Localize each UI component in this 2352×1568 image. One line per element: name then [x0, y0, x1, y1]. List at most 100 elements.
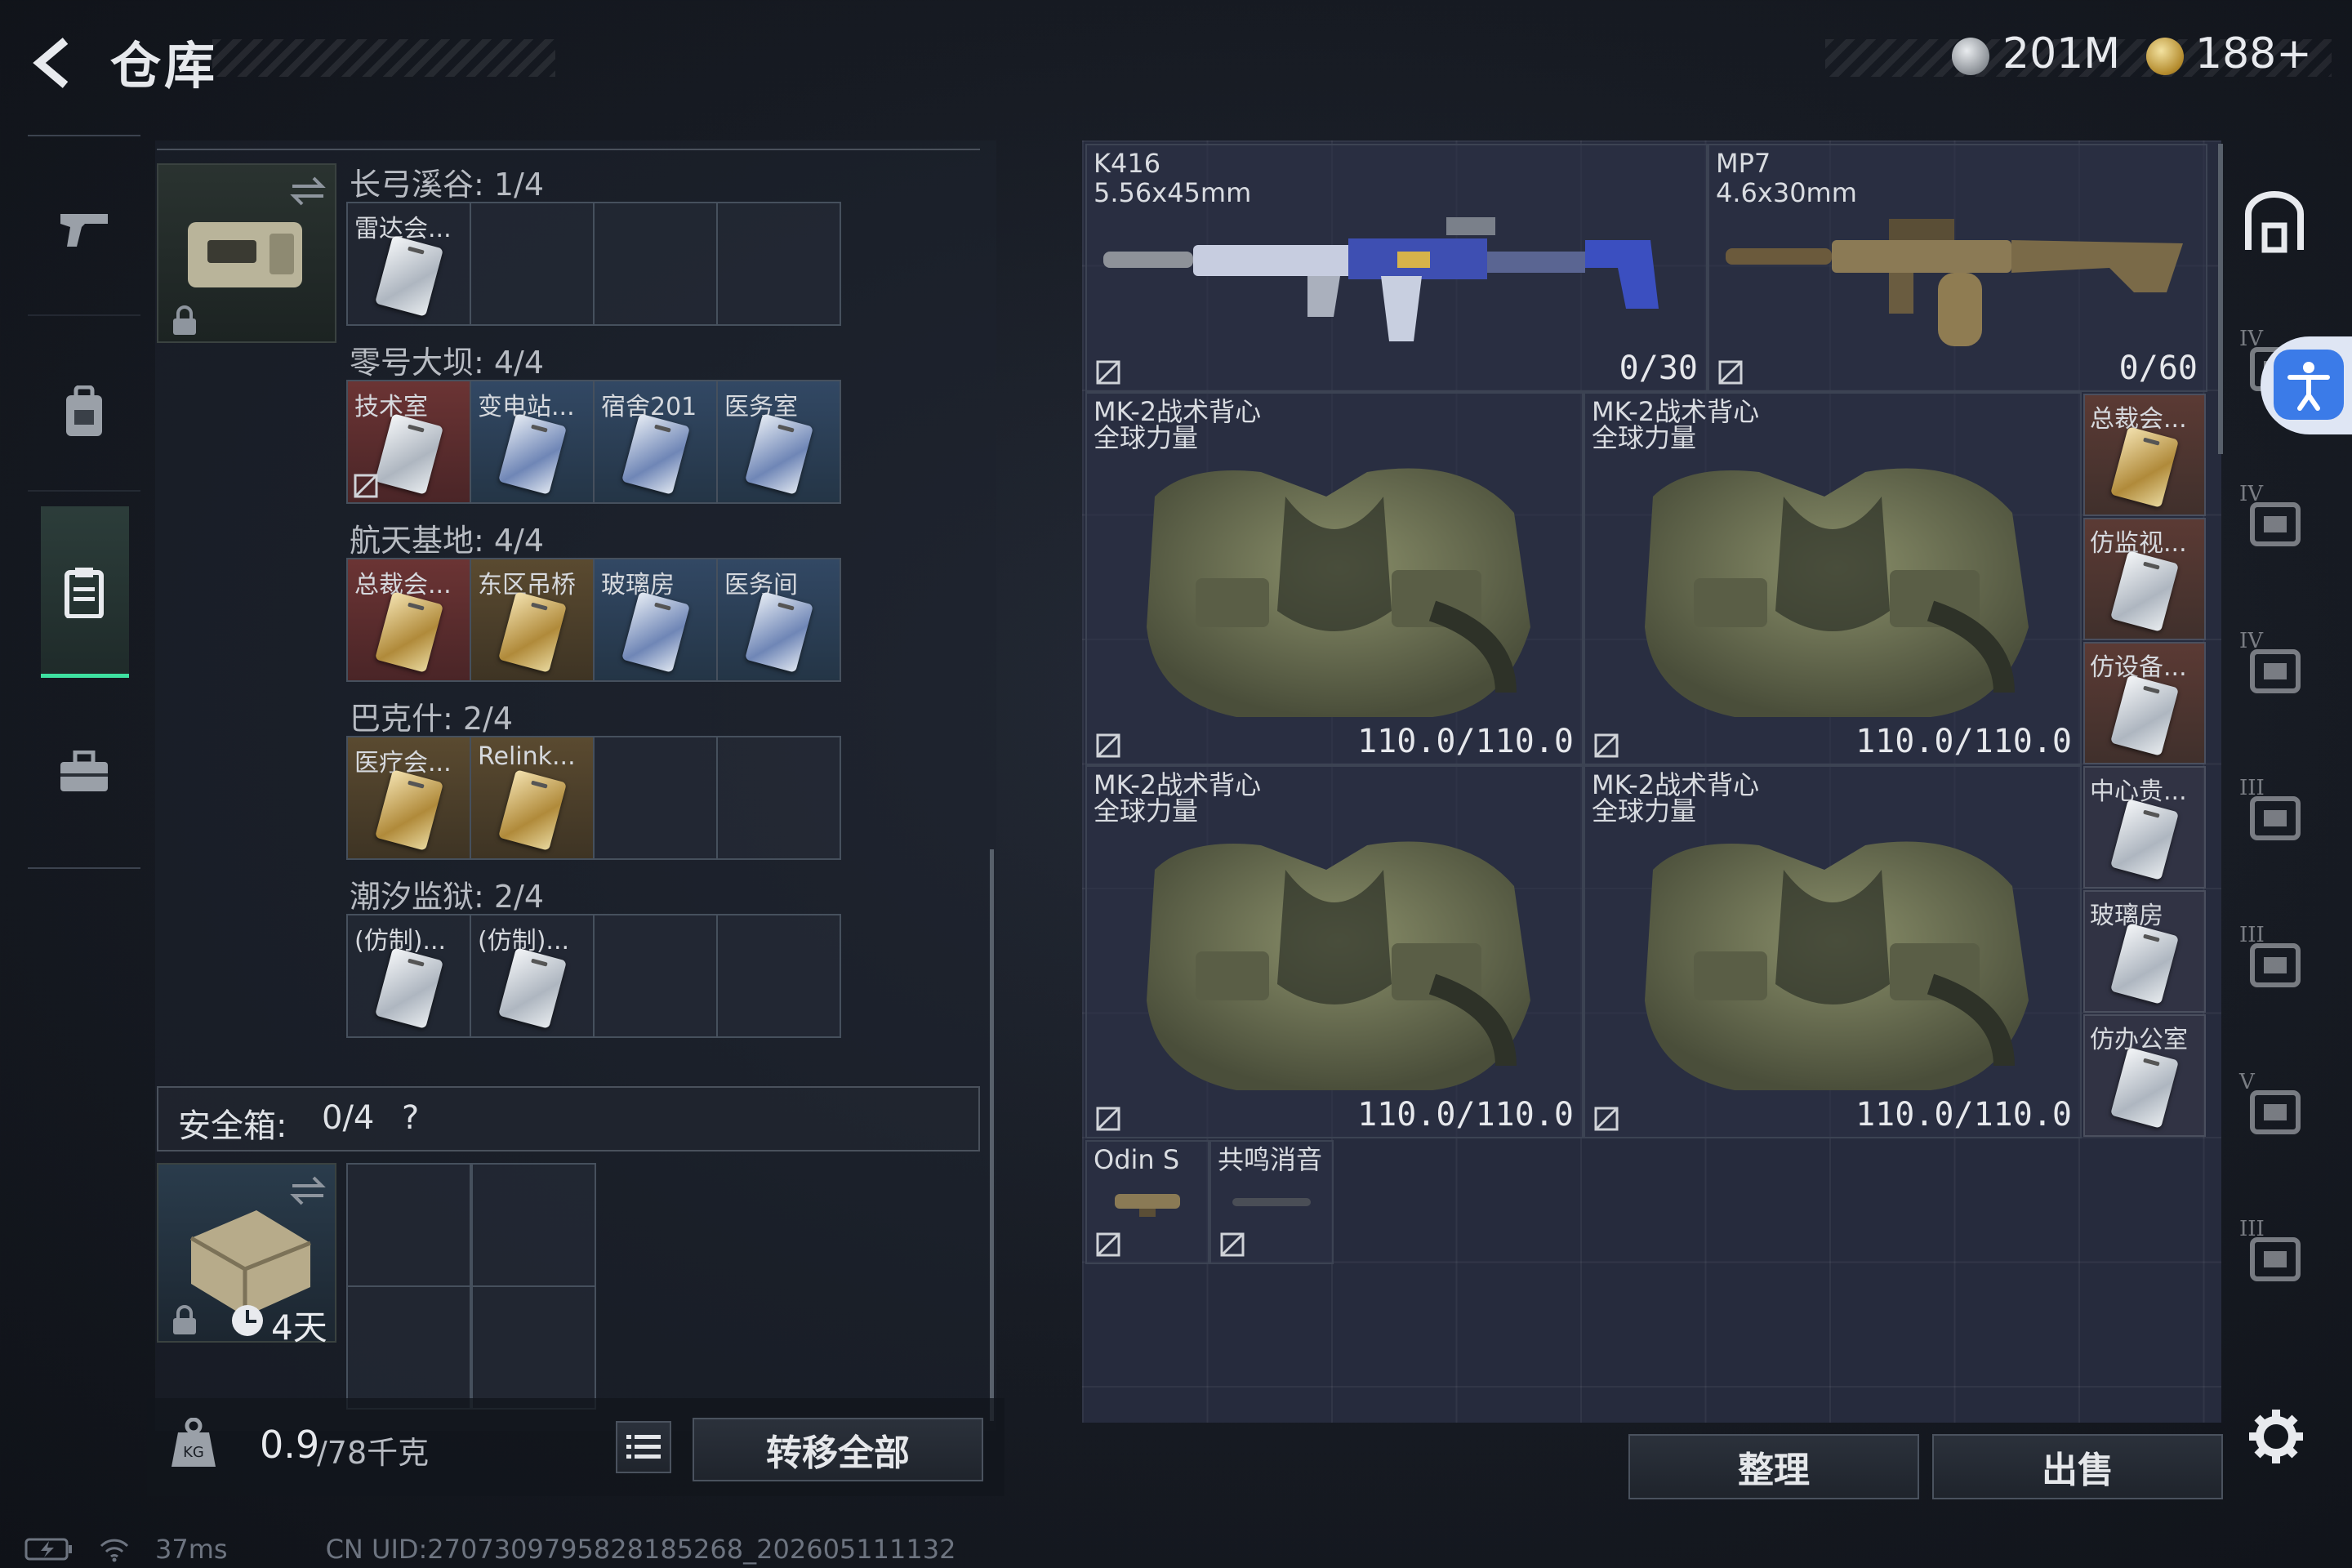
- map-group-label: 潮汐监狱: 2/4: [350, 879, 545, 915]
- sell-button[interactable]: 出售: [1932, 1434, 2223, 1499]
- key-card-slot[interactable]: 总裁会...: [346, 558, 471, 682]
- clock-icon: [232, 1305, 263, 1336]
- ping: 37ms: [155, 1534, 228, 1565]
- user-uid: CN UID:2707309795828185268_202605111132: [325, 1534, 956, 1565]
- safe-slot[interactable]: [471, 1285, 596, 1410]
- token-icon: [2146, 38, 2184, 75]
- weapon-ammo: 0/30: [1619, 350, 1698, 387]
- settings-gear-icon[interactable]: [2247, 1408, 2305, 1465]
- key-card-name: 医务间: [724, 571, 798, 599]
- swap-icon[interactable]: [289, 1174, 327, 1207]
- empty-key-slot[interactable]: [716, 914, 841, 1038]
- transfer-all-button[interactable]: 转移全部: [693, 1418, 983, 1481]
- key-card-slot[interactable]: 仿办公室: [2083, 1014, 2206, 1137]
- vest-image: [1645, 468, 2029, 717]
- key-card-icon: [374, 590, 443, 673]
- empty-key-slot[interactable]: [470, 202, 595, 326]
- weapon-k416[interactable]: K416 5.56x45mm 0/30: [1085, 144, 1708, 392]
- empty-key-slot[interactable]: [593, 914, 718, 1038]
- nav-backpack[interactable]: [41, 369, 127, 456]
- accessibility-tab[interactable]: [2261, 336, 2352, 434]
- key-slot-row: 雷达会...: [346, 202, 841, 326]
- key-card-slot[interactable]: 东区吊桥: [470, 558, 595, 682]
- safe-box-thumbnail[interactable]: 4天: [157, 1163, 336, 1348]
- key-card-slot[interactable]: 医疗会...: [346, 736, 471, 860]
- key-card-name: 玻璃房: [2090, 902, 2163, 930]
- key-card-name: 东区吊桥: [478, 571, 576, 599]
- key-case-thumbnail[interactable]: [157, 163, 336, 343]
- weapon-mp7[interactable]: MP7 4.6x30mm 0/60: [1708, 144, 2207, 392]
- all-items-icon[interactable]: [2242, 189, 2307, 255]
- key-card-slot[interactable]: 玻璃房: [593, 558, 718, 682]
- safe-box-grid: [346, 1163, 596, 1411]
- key-card-slot[interactable]: 仿监视...: [2083, 518, 2206, 640]
- key-card-slot[interactable]: 总裁会...: [2083, 394, 2206, 516]
- nav-weapons[interactable]: [41, 186, 127, 273]
- rail-filter-icon[interactable]: IV: [2238, 629, 2311, 702]
- attachment-odin-s[interactable]: Odin S: [1085, 1140, 1209, 1264]
- list-view-button[interactable]: [616, 1421, 671, 1473]
- tactical-vest-item[interactable]: MK-2战术背心 全球力量 110.0/110.0: [1085, 765, 1584, 1138]
- key-card-icon: [621, 412, 690, 495]
- no-trade-icon: [1594, 1107, 1619, 1131]
- title-stripe-decoration: [212, 39, 555, 77]
- weapon-name: K416: [1094, 148, 1161, 179]
- empty-key-slot[interactable]: [593, 202, 718, 326]
- swap-icon[interactable]: [289, 175, 327, 207]
- key-card-slot[interactable]: 雷达会...: [346, 202, 471, 326]
- key-card-slot[interactable]: 医务间: [716, 558, 841, 682]
- empty-key-slot[interactable]: [593, 736, 718, 860]
- attachment-suppressor[interactable]: 共鸣消音: [1209, 1140, 1334, 1264]
- no-trade-icon: [1096, 733, 1120, 758]
- battery-icon: [24, 1538, 72, 1561]
- vest-durability: 110.0/110.0: [1357, 723, 1574, 760]
- weight-icon: KG: [172, 1418, 216, 1467]
- nav-toolbox[interactable]: [41, 728, 127, 815]
- safe-slot[interactable]: [346, 1285, 471, 1410]
- key-card-slot[interactable]: 医务室: [716, 380, 841, 504]
- rail-filter-icon[interactable]: III: [2238, 1217, 2311, 1290]
- rail-filter-icon[interactable]: III: [2238, 923, 2311, 996]
- key-card-name: 总裁会...: [354, 571, 452, 599]
- empty-key-slot[interactable]: [716, 736, 841, 860]
- coin-icon: [1952, 38, 1989, 75]
- back-arrow-icon[interactable]: [24, 34, 82, 91]
- nav-divider-bottom: [28, 867, 140, 869]
- rail-filter-icon[interactable]: III: [2238, 776, 2311, 849]
- token-balance[interactable]: 188+: [2195, 29, 2312, 78]
- coin-balance: 201M: [2002, 29, 2121, 78]
- left-scrollbar[interactable]: [990, 849, 994, 1421]
- safe-slot[interactable]: [346, 1163, 471, 1287]
- key-card-slot[interactable]: 中心贵...: [2083, 766, 2206, 889]
- tactical-vest-item[interactable]: MK-2战术背心 全球力量 110.0/110.0: [1085, 392, 1584, 765]
- key-card-slot[interactable]: 宿舍201: [593, 380, 718, 504]
- svg-text:KG: KG: [183, 1444, 204, 1461]
- key-card-slot[interactable]: 技术室: [346, 380, 471, 504]
- k416-rifle-image: [1103, 217, 1659, 341]
- map-group-label: 航天基地: 4/4: [350, 523, 545, 559]
- tactical-vest-item[interactable]: MK-2战术背心 全球力量 110.0/110.0: [1584, 765, 2082, 1138]
- key-card-slot[interactable]: 变电站...: [470, 380, 595, 504]
- rail-filter-icon[interactable]: IV: [2238, 482, 2311, 555]
- safe-box-label: 安全箱:: [178, 1107, 287, 1145]
- key-card-icon: [2109, 1046, 2180, 1129]
- key-card-slot[interactable]: (仿制)...: [346, 914, 471, 1038]
- vest-durability: 110.0/110.0: [1855, 1096, 2072, 1134]
- key-card-name: 总裁会...: [2090, 405, 2187, 434]
- safe-slot[interactable]: [471, 1163, 596, 1287]
- key-card-slot[interactable]: 玻璃房: [2083, 890, 2206, 1013]
- key-card-slot[interactable]: (仿制)...: [470, 914, 595, 1038]
- sort-button[interactable]: 整理: [1628, 1434, 1919, 1499]
- right-scrollbar[interactable]: [2218, 144, 2223, 454]
- key-card-name: 变电站...: [478, 393, 575, 421]
- rail-filter-icon[interactable]: V: [2238, 1070, 2311, 1143]
- help-icon[interactable]: ?: [402, 1099, 419, 1137]
- empty-key-slot[interactable]: [716, 202, 841, 326]
- key-card-icon: [621, 590, 690, 673]
- key-card-slot[interactable]: Relink...: [470, 736, 595, 860]
- weight-value: 0.9: [260, 1423, 320, 1467]
- tactical-vest-item[interactable]: MK-2战术背心 全球力量 110.0/110.0: [1584, 392, 2082, 765]
- key-card-slot[interactable]: 仿设备...: [2083, 642, 2206, 764]
- key-card-name: 雷达会...: [354, 215, 452, 243]
- key-card-icon: [2109, 425, 2180, 508]
